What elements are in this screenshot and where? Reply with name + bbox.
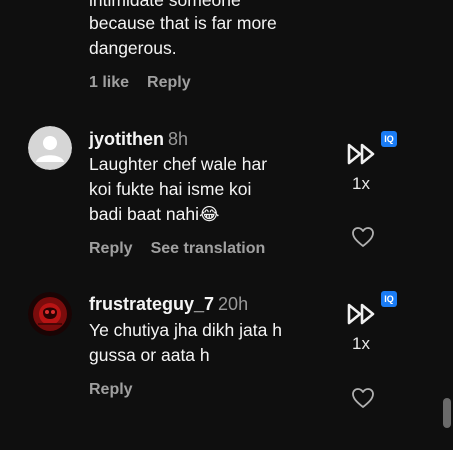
- timestamp: 20h: [218, 294, 249, 314]
- iq-badge-icon: IQ: [381, 291, 397, 307]
- iq-badge-icon: IQ: [381, 131, 397, 147]
- comment-2-actions: Reply: [89, 381, 151, 399]
- comment-1-line-3: badi baat nahi😂: [89, 204, 220, 224]
- default-avatar-icon: [28, 126, 72, 170]
- reply-button[interactable]: Reply: [89, 240, 133, 257]
- reply-button[interactable]: Reply: [147, 74, 191, 91]
- scrollbar[interactable]: [443, 398, 451, 428]
- avatar[interactable]: [28, 126, 72, 170]
- prev-comment-line-2: because that is far more: [89, 13, 277, 33]
- username[interactable]: jyotithen: [89, 129, 164, 149]
- heart-icon[interactable]: [351, 226, 375, 248]
- prev-comment-line-3: dangerous.: [89, 38, 177, 58]
- fast-forward-icon[interactable]: [347, 303, 377, 325]
- heart-icon[interactable]: [351, 387, 375, 409]
- profile-picture: [28, 292, 72, 336]
- see-translation-link[interactable]: See translation: [151, 240, 266, 257]
- prev-comment-actions: 1 like Reply: [89, 74, 209, 92]
- avatar[interactable]: [28, 292, 72, 336]
- like-count[interactable]: 1 like: [89, 74, 129, 91]
- comment-1-line-1: Laughter chef wale har: [89, 154, 268, 174]
- comment-1-line-2: koi fukte hai isme koi: [89, 179, 252, 199]
- comment-1-actions: Reply See translation: [89, 240, 283, 258]
- comment-2-line-1: Ye chutiya jha dikh jata h: [89, 320, 282, 340]
- fast-forward-icon[interactable]: [347, 143, 377, 165]
- comment-2-header: frustrateguy_7 20h: [89, 294, 248, 315]
- comment-2-line-2: gussa or aata h: [89, 345, 210, 365]
- playback-speed-label[interactable]: 1x: [352, 174, 370, 194]
- reply-button[interactable]: Reply: [89, 381, 133, 398]
- comment-1-header: jyotithen 8h: [89, 129, 188, 150]
- timestamp: 8h: [168, 129, 189, 149]
- playback-speed-label[interactable]: 1x: [352, 334, 370, 354]
- username[interactable]: frustrateguy_7: [89, 294, 214, 314]
